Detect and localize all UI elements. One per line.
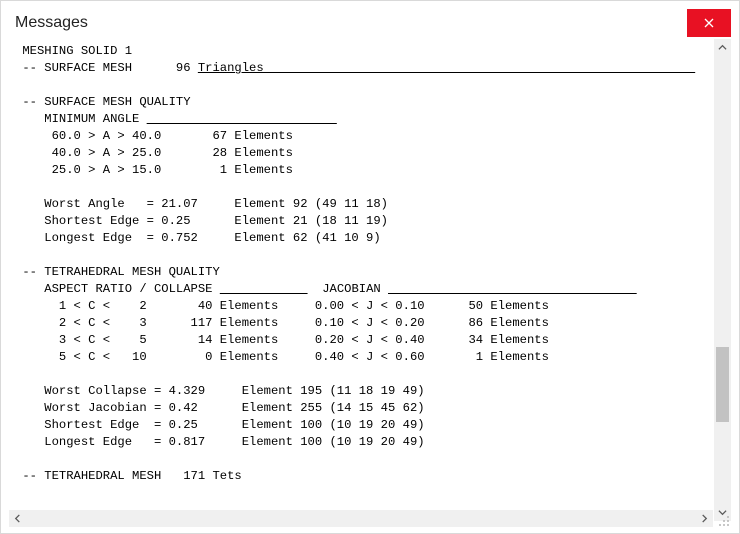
- log-line: -- SURFACE MESH QUALITY: [15, 94, 708, 111]
- log-line: 5 < C < 10 0 Elements 0.40 < J < 0.60 1 …: [15, 349, 708, 366]
- scroll-right-arrow-icon[interactable]: [696, 510, 713, 527]
- log-line: MESHING SOLID 1: [15, 43, 708, 60]
- scroll-thumb[interactable]: [716, 347, 729, 422]
- close-icon: [704, 17, 714, 30]
- log-line: 3 < C < 5 14 Elements 0.20 < J < 0.40 34…: [15, 332, 708, 349]
- log-line: 1 < C < 2 40 Elements 0.00 < J < 0.10 50…: [15, 298, 708, 315]
- log-line: -- TETRAHEDRAL MESH QUALITY: [15, 264, 708, 281]
- vertical-scrollbar[interactable]: [714, 39, 731, 521]
- scroll-track[interactable]: [26, 510, 696, 527]
- close-button[interactable]: [687, 9, 731, 37]
- log-line: Worst Collapse = 4.329 Element 195 (11 1…: [15, 383, 708, 400]
- log-line: MINIMUM ANGLE: [15, 111, 708, 128]
- log-line: [15, 366, 708, 383]
- window-title: Messages: [9, 14, 88, 32]
- log-line: 60.0 > A > 40.0 67 Elements: [15, 128, 708, 145]
- scroll-up-arrow-icon[interactable]: [714, 39, 731, 56]
- log-line: -- SURFACE MESH 96 Triangles: [15, 60, 708, 77]
- log-line: [15, 451, 708, 468]
- log-line: 25.0 > A > 15.0 1 Elements: [15, 162, 708, 179]
- log-line: Worst Angle = 21.07 Element 92 (49 11 18…: [15, 196, 708, 213]
- title-bar: Messages: [9, 7, 731, 39]
- scroll-left-arrow-icon[interactable]: [9, 510, 26, 527]
- log-line: Longest Edge = 0.817 Element 100 (10 19 …: [15, 434, 708, 451]
- scroll-track[interactable]: [714, 56, 731, 504]
- log-line: 2 < C < 3 117 Elements 0.10 < J < 0.20 8…: [15, 315, 708, 332]
- log-line: ASPECT RATIO / COLLAPSE JACOBIAN: [15, 281, 708, 298]
- log-line: Worst Jacobian = 0.42 Element 255 (14 15…: [15, 400, 708, 417]
- log-line: Shortest Edge = 0.25 Element 21 (18 11 1…: [15, 213, 708, 230]
- log-line: [15, 179, 708, 196]
- log-line: [15, 247, 708, 264]
- horizontal-scrollbar[interactable]: [9, 510, 713, 527]
- resize-grip-icon[interactable]: [713, 510, 731, 528]
- messages-window: Messages MESHING SOLID 1 -- SURFACE MESH…: [0, 0, 740, 534]
- log-line: Longest Edge = 0.752 Element 62 (41 10 9…: [15, 230, 708, 247]
- client-area: MESHING SOLID 1 -- SURFACE MESH 96 Trian…: [9, 39, 731, 521]
- log-text-pane[interactable]: MESHING SOLID 1 -- SURFACE MESH 96 Trian…: [9, 39, 714, 521]
- log-line: Shortest Edge = 0.25 Element 100 (10 19 …: [15, 417, 708, 434]
- log-line: [15, 77, 708, 94]
- log-line: -- TETRAHEDRAL MESH 171 Tets: [15, 468, 708, 485]
- bottom-bar: [9, 510, 731, 527]
- log-line: 40.0 > A > 25.0 28 Elements: [15, 145, 708, 162]
